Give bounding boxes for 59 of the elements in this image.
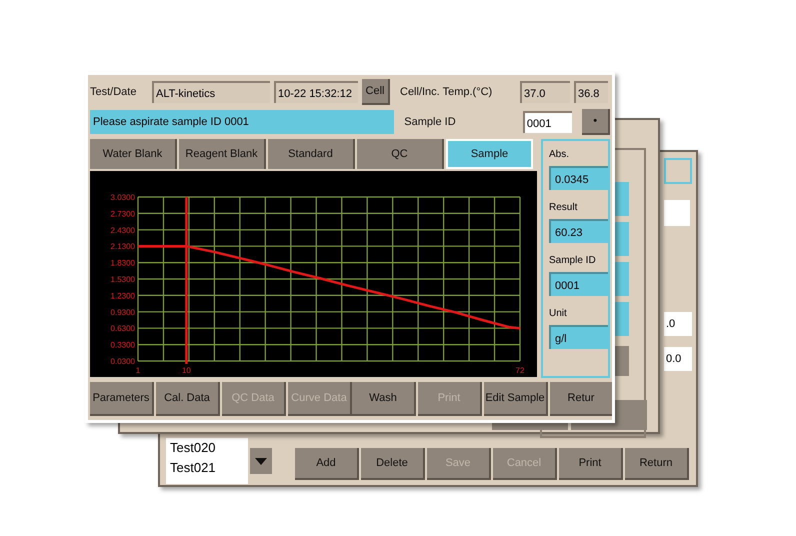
x-tick-label: 72 — [516, 366, 524, 375]
x-tick-label: 10 — [182, 366, 191, 375]
result-label: Unit — [549, 308, 568, 319]
number-field[interactable]: .0 — [664, 312, 692, 336]
field-label: Test/Date — [90, 86, 138, 98]
value-field — [615, 262, 629, 296]
function-button[interactable]: Cal. Data — [156, 382, 220, 416]
mode-tab[interactable]: QC — [357, 139, 444, 169]
dot-button[interactable]: • — [582, 109, 610, 135]
y-tick-label: 0.6300 — [110, 324, 135, 334]
header-bar — [664, 158, 692, 184]
mode-tab[interactable]: Sample — [446, 139, 533, 169]
action-button[interactable]: Print — [559, 448, 623, 480]
temperature-field: 37.0 — [520, 81, 570, 103]
test-list[interactable]: Test020 Test021 — [166, 438, 248, 484]
result-value: 0001 — [549, 272, 608, 296]
result-value: g/l — [549, 325, 608, 349]
value-field — [615, 182, 629, 216]
y-tick-label: 1.5300 — [110, 275, 135, 284]
datetime-field: 10-22 15:32:12 — [274, 81, 358, 103]
value-field — [615, 302, 629, 336]
value-field — [615, 222, 629, 256]
mode-tab[interactable]: Water Blank — [90, 139, 177, 169]
y-tick-label: 2.7300 — [110, 209, 135, 218]
result-label: Result — [549, 202, 578, 213]
y-tick-label: 2.4300 — [110, 226, 135, 235]
y-tick-label: 1.2300 — [110, 291, 135, 300]
y-tick-label: 0.3300 — [110, 340, 135, 350]
cell-button[interactable]: Cell — [362, 79, 390, 105]
result-label: Sample ID — [549, 255, 597, 266]
text-field[interactable] — [664, 200, 690, 226]
y-tick-label: 3.0300 — [110, 193, 135, 202]
result-value: 0.0345 — [549, 166, 608, 190]
number-field[interactable]: 0.0 — [664, 347, 692, 371]
mode-tab[interactable]: Standard — [268, 139, 355, 169]
status-message: Please aspirate sample ID 0001 — [90, 110, 394, 134]
function-button[interactable]: Wash — [352, 382, 416, 416]
action-button[interactable]: Add — [295, 448, 359, 480]
result-label: Abs. — [549, 149, 570, 160]
action-button[interactable]: Delete — [361, 448, 425, 480]
x-tick-label: 1 — [136, 366, 140, 375]
sample-id-field[interactable]: 0001 — [522, 111, 572, 133]
result-value: 60.23 — [549, 219, 608, 243]
function-button[interactable]: Edit Sample — [484, 382, 548, 416]
list-item[interactable]: Test021 — [170, 458, 248, 478]
function-button[interactable]: Parameters — [90, 382, 154, 416]
field-label: Cell/Inc. Temp.(°C) — [399, 86, 494, 98]
temperature-field: 36.8 — [574, 81, 608, 103]
action-button[interactable]: Return — [625, 448, 689, 480]
list-item[interactable]: Test020 — [170, 438, 248, 458]
y-tick-label: 1.8300 — [110, 258, 135, 268]
y-tick-label: 0.0300 — [110, 357, 135, 366]
side-button[interactable] — [615, 346, 629, 376]
y-tick-label: 0.9300 — [110, 308, 135, 317]
function-button[interactable]: Retur — [550, 382, 612, 416]
mode-tab[interactable]: Reagent Blank — [179, 139, 266, 169]
y-tick-label: 2.1300 — [110, 242, 135, 252]
test-field[interactable]: ALT-kinetics — [152, 81, 270, 103]
field-label: Sample ID — [403, 116, 457, 128]
